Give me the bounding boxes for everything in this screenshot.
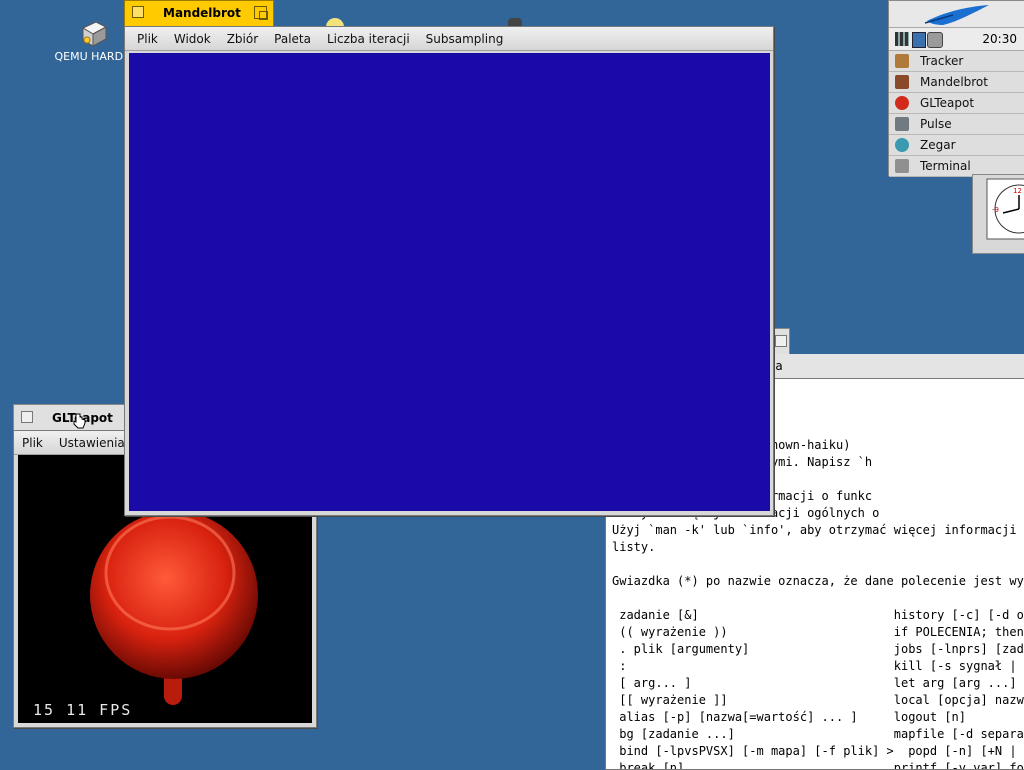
deskbar-item-mandelbrot[interactable]: Mandelbrot: [889, 72, 1024, 93]
zoom-icon[interactable]: [254, 6, 268, 20]
svg-text:-9: -9: [992, 206, 999, 214]
terminal-line: Użyj `man -k' lub `info', aby otrzymać w…: [612, 523, 1024, 537]
terminal-line: . plik [argumenty] jobs [-lnprs] [zad: [612, 642, 1024, 656]
terminal-line: bg [zadanie ...] mapfile [-d separa: [612, 727, 1024, 741]
cpu-monitor-icon[interactable]: [895, 32, 909, 46]
pointer-cursor-icon: [73, 413, 86, 429]
deskbar-item-zegar[interactable]: Zegar: [889, 135, 1024, 156]
mandelbrot-canvas[interactable]: [129, 53, 770, 511]
deskbar-item-pulse[interactable]: Pulse: [889, 114, 1024, 135]
menu-plik[interactable]: Plik: [129, 32, 166, 46]
terminal-line: (( wyrażenie )) if POLECENIA; then: [612, 625, 1024, 639]
pulse-icon: [895, 117, 909, 131]
disk-status-icon[interactable]: [927, 32, 943, 48]
deskbar: 20:30 Tracker Mandelbrot GLTeapot Pulse …: [888, 0, 1024, 177]
terminal-line: : kill [-s sygnał |: [612, 659, 1017, 673]
close-icon[interactable]: [775, 335, 787, 347]
haiku-menu-button[interactable]: [889, 1, 1024, 28]
clock-time[interactable]: 20:30: [982, 32, 1017, 46]
mandelbrot-icon: [895, 75, 909, 89]
terminal-title-strip[interactable]: ia: [772, 354, 1024, 379]
terminal-icon: [895, 159, 909, 173]
close-icon[interactable]: [132, 6, 144, 18]
fps-counter: 15 11 FPS: [33, 701, 133, 719]
close-icon[interactable]: [21, 411, 33, 423]
menu-zbior[interactable]: Zbiór: [219, 32, 266, 46]
terminal-line: [ arg... ] let arg [arg ...]: [612, 676, 1017, 690]
menu-widok[interactable]: Widok: [166, 32, 219, 46]
clock-window[interactable]: 12 -9: [972, 174, 1024, 254]
tracker-icon: [895, 54, 909, 68]
teapot-icon: [895, 96, 909, 110]
terminal-line: Gwiazdka (*) po nazwie oznacza, że dane …: [612, 574, 1024, 588]
menu-ustawienia[interactable]: Ustawienia: [51, 436, 133, 450]
system-tray: 20:30: [889, 28, 1024, 51]
hard-disk-icon: [78, 18, 108, 47]
terminal-line: alias [-p] [nazwa[=wartość] ... ] logout…: [612, 710, 967, 724]
mandelbrot-window-tab[interactable]: Mandelbrot: [124, 0, 274, 26]
terminal-line: listy.: [612, 540, 656, 554]
terminal-line: bind [-lpvsPVSX] [-m mapa] [-f plik] > p…: [612, 744, 1024, 758]
terminal-line: zadanie [&] history [-c] [-d o: [612, 608, 1024, 622]
window-title: Mandelbrot: [163, 6, 241, 20]
mandelbrot-window[interactable]: Plik Widok Zbiór Paleta Liczba iteracji …: [124, 26, 774, 516]
network-icon[interactable]: [912, 32, 926, 48]
terminal-line: break [n] printf [-v var] fo: [612, 761, 1024, 770]
terminal-line: [[ wyrażenie ]] local [opcja] nazw: [612, 693, 1024, 707]
deskbar-item-glteapot[interactable]: GLTeapot: [889, 93, 1024, 114]
menu-paleta[interactable]: Paleta: [266, 32, 319, 46]
mandelbrot-menubar: Plik Widok Zbiór Paleta Liczba iteracji …: [125, 27, 773, 51]
menu-plik[interactable]: Plik: [14, 436, 51, 450]
svg-text:12: 12: [1013, 187, 1022, 195]
menu-liczba-iteracji[interactable]: Liczba iteracji: [319, 32, 418, 46]
glteapot-window-tab[interactable]: GLTeapot: [13, 404, 125, 430]
clock-icon: [895, 138, 909, 152]
deskbar-item-tracker[interactable]: Tracker: [889, 51, 1024, 72]
menu-subsampling[interactable]: Subsampling: [418, 32, 512, 46]
analog-clock-face: 12 -9: [986, 178, 1024, 240]
haiku-leaf-icon: [924, 5, 989, 25]
